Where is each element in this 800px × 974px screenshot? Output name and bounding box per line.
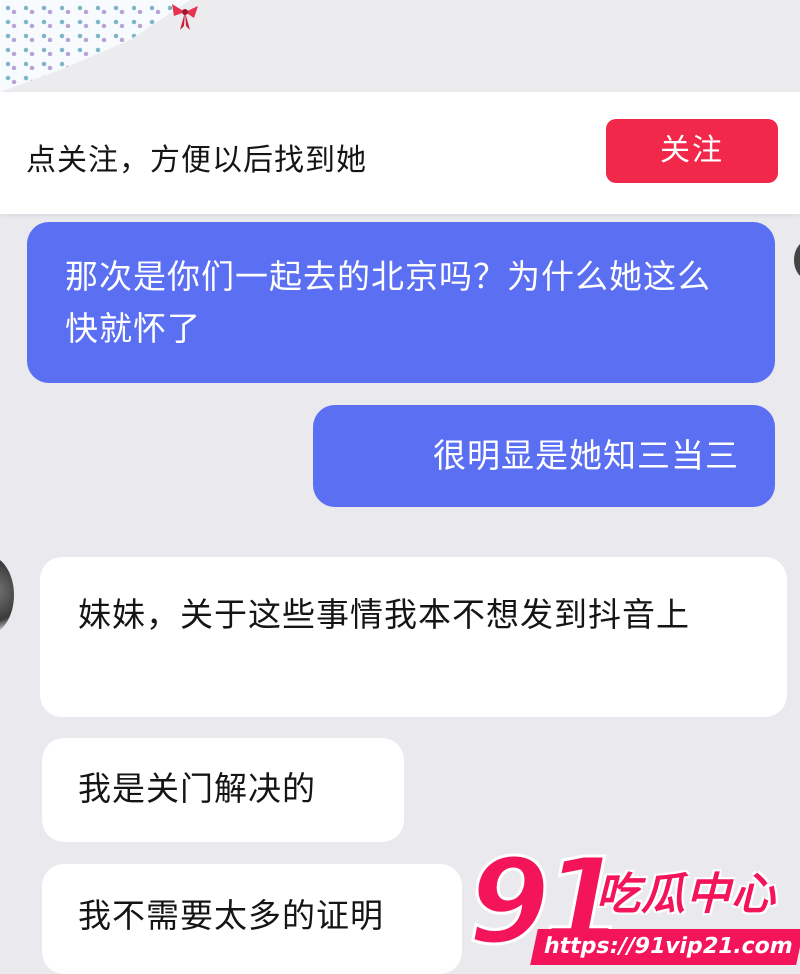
message-bubble-received[interactable]: 我是关门解决的: [42, 738, 404, 842]
avatar-partial[interactable]: [794, 240, 800, 280]
message-bubble-sent[interactable]: 很明显是她知三当三: [313, 405, 775, 507]
follow-button[interactable]: 关注: [606, 119, 778, 183]
follow-prompt: 点关注，方便以后找到她: [26, 143, 367, 178]
watermark-brand: 吃瓜中心: [596, 869, 776, 920]
watermark-url: https://91vip21.com: [530, 929, 800, 965]
message-bubble-received[interactable]: 妹妹，关于这些事情我本不想发到抖音上: [40, 557, 787, 717]
top-decoration: [0, 0, 800, 92]
pattern-decoration: [0, 0, 190, 92]
message-bubble-sent[interactable]: 那次是你们一起去的北京吗？为什么她这么快就怀了: [27, 222, 775, 383]
avatar[interactable]: [0, 555, 14, 635]
ribbon-icon: [172, 4, 198, 30]
message-bubble-received[interactable]: 我不需要太多的证明: [42, 864, 462, 974]
watermark-logo: 91 吃瓜中心 https://91vip21.com: [466, 840, 800, 974]
